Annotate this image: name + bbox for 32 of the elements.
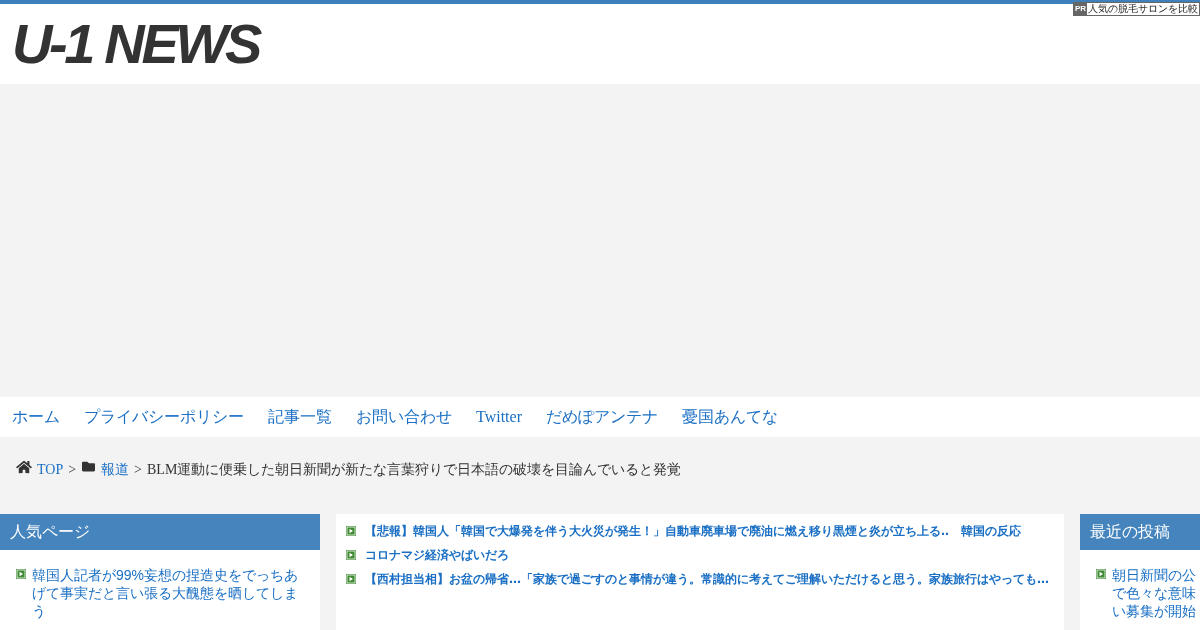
site-logo[interactable]: U-1 NEWS	[12, 14, 259, 74]
recent-post-link[interactable]: い募集が開始	[1112, 602, 1196, 620]
breadcrumb-separator: >	[68, 461, 77, 479]
nav-link[interactable]: だめぽアンテナ	[546, 405, 658, 429]
breadcrumb-separator: >	[134, 461, 142, 479]
home-icon	[16, 460, 32, 474]
breadcrumb-link[interactable]: 報道	[101, 460, 130, 480]
popular-page-link[interactable]: 韓国人記者が99%妄想の捏造史をでっちあげて事実だと言い張る大醜態を晒してしまう	[32, 566, 302, 620]
folder-icon	[81, 460, 97, 473]
article-link[interactable]: 【西村担当相】お盆の帰省…「家族で過ごすのと事情が違う。常識的に考えてご理解いただけると思う。家族旅行はやっても…	[365, 571, 1049, 587]
article-link[interactable]: コロナマジ経済やばいだろ	[365, 547, 509, 563]
play-bullet-icon	[346, 574, 356, 584]
ad-text: 人気の脱毛サロンを比較	[1087, 3, 1199, 15]
nav-link[interactable]: ホーム	[12, 405, 60, 429]
play-bullet-icon	[16, 569, 26, 579]
play-bullet-icon	[346, 526, 356, 536]
play-bullet-icon	[1096, 569, 1106, 579]
nav-link[interactable]: 記事一覧	[268, 405, 332, 429]
nav-link[interactable]: 憂国あんてな	[682, 405, 778, 429]
ad-label[interactable]: PR 人気の脱毛サロンを比較	[1072, 2, 1200, 16]
breadcrumb-link[interactable]: TOP	[37, 460, 64, 480]
nav-link[interactable]: お問い合わせ	[356, 405, 452, 429]
breadcrumb-current: BLM運動に便乗した朝日新聞が新たな言葉狩りで日本語の破壊を目論んでいると発覚	[147, 461, 682, 479]
article-link[interactable]: 【悲報】韓国人「韓国で大爆発を伴う大火災が発生！」自動車廃車場で廃油に燃え移り黒煙と炎が立ち上る‥ 韓国の反応	[365, 523, 1021, 539]
pr-badge: PR	[1073, 3, 1087, 15]
recent-post-link[interactable]: で色々な意味	[1112, 584, 1196, 602]
nav-link[interactable]: Twitter	[476, 405, 522, 429]
recent-post-link[interactable]: 朝日新聞の公	[1112, 566, 1196, 584]
widget-title: 人気ページ	[0, 514, 320, 550]
widget-title: 最近の投稿	[1080, 514, 1200, 550]
play-bullet-icon	[346, 550, 356, 560]
nav-link[interactable]: プライバシーポリシー	[84, 405, 244, 429]
